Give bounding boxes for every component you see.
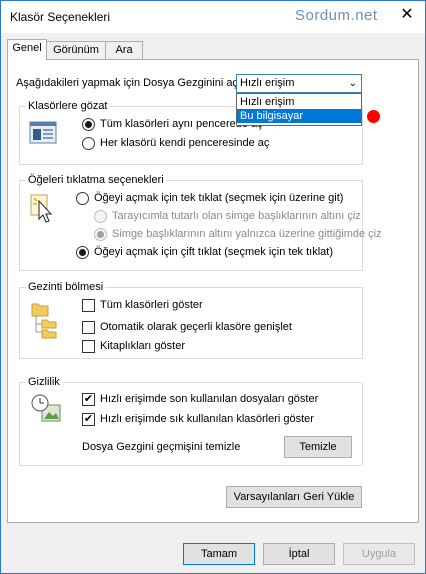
checkmark-icon: ✔: [83, 393, 94, 405]
underline-hover-label: Simge başlıklarının altını yalnızca üzer…: [112, 228, 382, 240]
tab-general[interactable]: Genel: [7, 39, 47, 60]
open-explorer-label: Aşağıdakileri yapmak için Dosya Gezginin…: [16, 77, 241, 89]
navigation-pane-title: Gezinti bölmesi: [26, 281, 106, 293]
general-tab-panel: Aşağıdakileri yapmak için Dosya Gezginin…: [7, 59, 419, 523]
navigation-pane-group: Gezinti bölmesi Tüm klasörleri göster Ot…: [19, 281, 363, 359]
radio-double-click[interactable]: [76, 246, 89, 259]
window-title: Klasör Seçenekleri: [10, 10, 111, 24]
radio-single-click[interactable]: [76, 192, 89, 205]
folder-window-icon: [29, 121, 57, 144]
recent-files-label: Hızlı erişimde son kullanılan dosyaları …: [100, 393, 319, 405]
click-items-group: Öğeleri tıklatma seçenekleri Öğeyi açmak…: [19, 174, 382, 271]
underline-browser-label: Tarayıcımla tutarlı olan simge başlıklar…: [112, 210, 361, 222]
radio-same-window[interactable]: [82, 118, 95, 131]
privacy-clock-icon: [31, 394, 61, 422]
radio-underline-hover[interactable]: [94, 228, 107, 241]
radio-underline-browser[interactable]: [94, 210, 107, 223]
own-window-label: Her klasörü kendi penceresinde aç: [100, 137, 270, 149]
browse-folders-title: Klasörlere gözat: [26, 100, 110, 112]
clear-button[interactable]: Temizle: [284, 436, 352, 458]
auto-expand-label: Otomatik olarak geçerli klasöre genişlet: [100, 321, 292, 333]
privacy-group: Gizlilik ✔ Hızlı erişimde son kullanılan…: [19, 376, 363, 466]
show-all-folders-label: Tüm klasörleri göster: [100, 299, 203, 311]
radio-own-window[interactable]: [82, 137, 95, 150]
checkbox-auto-expand[interactable]: [82, 321, 95, 334]
restore-defaults-button[interactable]: Varsayılanları Geri Yükle: [226, 486, 362, 508]
checkbox-recent-files[interactable]: ✔: [82, 393, 95, 406]
watermark-text: Sordum.net: [295, 7, 378, 24]
open-explorer-options: Hızlı erişim Bu bilgisayar: [236, 93, 362, 126]
privacy-title: Gizlilik: [26, 376, 62, 388]
double-click-label: Öğeyi açmak için çift tıklat (seçmek içi…: [94, 246, 334, 258]
frequent-folders-label: Hızlı erişimde sık kullanılan klasörleri…: [100, 413, 314, 425]
clear-history-label: Dosya Gezgini geçmişini temizle: [82, 441, 241, 453]
tab-view[interactable]: Görünüm: [45, 41, 107, 59]
folder-tree-icon: [31, 303, 57, 339]
ok-button[interactable]: Tamam: [183, 543, 255, 565]
checkbox-frequent-folders[interactable]: ✔: [82, 413, 95, 426]
folder-options-window: Klasör Seçenekleri Sordum.net ✕ Genel Gö…: [0, 0, 426, 574]
red-marker-dot: [367, 110, 380, 123]
pointer-click-icon: [30, 194, 53, 223]
cancel-button[interactable]: İptal: [263, 543, 335, 565]
dropdown-arrow-icon: ⌄: [348, 78, 357, 89]
open-explorer-value: Hızlı erişim: [240, 77, 295, 89]
checkmark-icon: ✔: [83, 413, 94, 425]
tab-search[interactable]: Ara: [105, 41, 143, 59]
click-items-title: Öğeleri tıklatma seçenekleri: [26, 174, 166, 186]
single-click-label: Öğeyi açmak için tek tıklat (seçmek için…: [94, 192, 344, 204]
apply-button[interactable]: Uygula: [343, 543, 415, 565]
title-bar: Klasör Seçenekleri Sordum.net ✕: [1, 1, 425, 33]
option-quick-access[interactable]: Hızlı erişim: [237, 95, 361, 109]
close-icon[interactable]: ✕: [395, 4, 419, 26]
option-this-pc[interactable]: Bu bilgisayar: [237, 109, 361, 123]
open-explorer-dropdown[interactable]: Hızlı erişim ⌄: [236, 74, 362, 93]
checkbox-show-libraries[interactable]: [82, 340, 95, 353]
show-libraries-label: Kitaplıkları göster: [100, 340, 185, 352]
checkbox-show-all-folders[interactable]: [82, 299, 95, 312]
